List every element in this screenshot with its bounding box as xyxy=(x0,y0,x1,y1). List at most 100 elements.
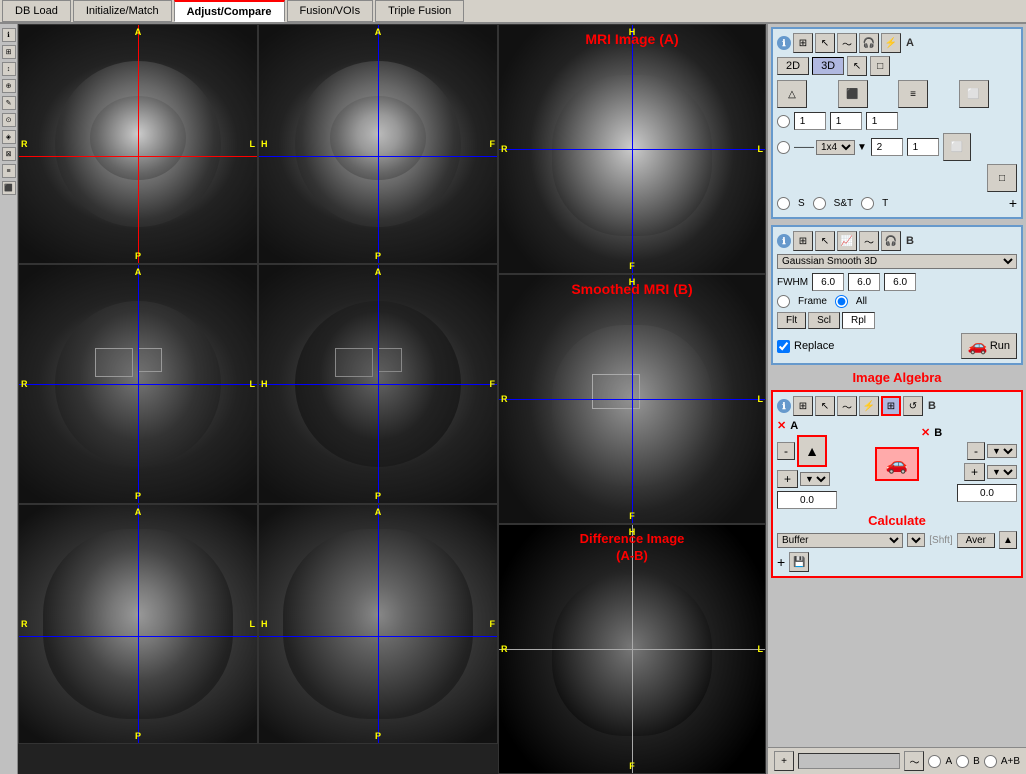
fwhm-z[interactable] xyxy=(884,273,916,291)
toolbar-plug-icon[interactable]: ⚡ xyxy=(881,33,901,53)
mri-image-a-cell[interactable]: H F R L MRI Image (A) xyxy=(498,24,766,274)
algebra-wave-icon[interactable]: 〜 xyxy=(837,396,857,416)
num-input-1[interactable] xyxy=(794,112,826,130)
sidebar-icon-3[interactable]: ↕ xyxy=(2,62,16,76)
gaussian-select[interactable]: Gaussian Smooth 3D Gaussian Smooth 2D Me… xyxy=(777,254,1017,269)
radio-all[interactable] xyxy=(835,295,848,308)
dropdown-a[interactable]: ▼ xyxy=(800,472,830,486)
toolbar-cursor-icon-2[interactable]: ↖ xyxy=(815,231,835,251)
box-icon[interactable]: ⬛ xyxy=(838,80,868,108)
tab-rpl[interactable]: Rpl xyxy=(842,312,875,329)
btn-2d[interactable]: 2D xyxy=(777,57,809,75)
view-3d-icon[interactable]: ⬜ xyxy=(943,133,971,161)
bottom-wave-icon[interactable]: 〜 xyxy=(904,751,924,771)
toolbar-wave-icon[interactable]: 〜 xyxy=(837,33,857,53)
square-mode-icon[interactable]: □ xyxy=(870,56,890,76)
sidebar-icon-4[interactable]: ⊕ xyxy=(2,79,16,93)
tab-triple-fusion[interactable]: Triple Fusion xyxy=(375,0,464,22)
cursor-mode-icon[interactable]: ↖ xyxy=(847,56,867,76)
layers-icon[interactable]: ≡ xyxy=(898,80,928,108)
image-cell-r1c1[interactable]: A P R L xyxy=(18,24,258,264)
sidebar-icon-2[interactable]: ⊞ xyxy=(2,45,16,59)
toolbar-grid-icon-2[interactable]: ⊞ xyxy=(793,231,813,251)
arrow-up-btn[interactable]: ▲ xyxy=(797,435,827,467)
plus-bottom-icon[interactable]: + xyxy=(777,554,785,570)
pyramid-icon[interactable]: △ xyxy=(777,80,807,108)
image-cell-r2c2[interactable]: A P H F xyxy=(258,264,498,504)
radio-s[interactable] xyxy=(777,197,790,210)
image-cell-r3c1[interactable]: A P R L xyxy=(18,504,258,744)
algebra-plug-icon[interactable]: ⚡ xyxy=(859,396,879,416)
radio-b-sel[interactable] xyxy=(956,755,969,768)
x-btn-a[interactable]: ✕ xyxy=(777,419,786,432)
plus-btn-3d[interactable]: + xyxy=(1009,195,1017,211)
toolbar-headphone-icon[interactable]: 🎧 xyxy=(859,33,879,53)
diff-image-cell[interactable]: H F R L Difference Image (A-B) xyxy=(498,524,766,774)
radio-1a[interactable] xyxy=(777,115,790,128)
aver-button[interactable]: Aver xyxy=(957,533,995,548)
replace-checkbox[interactable] xyxy=(777,340,790,353)
sidebar-icon-6[interactable]: ⊙ xyxy=(2,113,16,127)
algebra-refresh-icon[interactable]: ↺ xyxy=(903,396,923,416)
tab-flt[interactable]: Flt xyxy=(777,312,806,329)
num-input-5[interactable] xyxy=(907,138,939,156)
toolbar-cursor-icon[interactable]: ↖ xyxy=(815,33,835,53)
toolbar-chart-icon[interactable]: 📈 xyxy=(837,231,857,251)
radio-apb-sel[interactable] xyxy=(984,755,997,768)
tab-db-load[interactable]: DB Load xyxy=(2,0,71,22)
toolbar-headphone-icon-2[interactable]: 🎧 xyxy=(881,231,901,251)
minus-btn-a[interactable]: - xyxy=(777,442,795,460)
dropdown-b[interactable]: ▼ xyxy=(987,444,1017,458)
num-input-4[interactable] xyxy=(871,138,903,156)
cube-icon[interactable]: ⬜ xyxy=(959,80,989,108)
image-cell-r2c1[interactable]: A P R L xyxy=(18,264,258,504)
image-cell-r1c2[interactable]: A P H F xyxy=(258,24,498,264)
radio-t[interactable] xyxy=(861,197,874,210)
small-view-icon[interactable]: □ xyxy=(987,164,1017,192)
value-a[interactable] xyxy=(777,491,837,509)
tab-scl[interactable]: Scl xyxy=(808,312,840,329)
car-icon[interactable]: 🚗 xyxy=(875,447,919,481)
radio-2a[interactable] xyxy=(777,141,790,154)
toolbar-grid-icon[interactable]: ⊞ xyxy=(793,33,813,53)
fwhm-x[interactable] xyxy=(812,273,844,291)
plus-btn-a[interactable]: + xyxy=(777,470,798,488)
dropdown-b2[interactable]: ▼ xyxy=(987,465,1017,479)
sidebar-icon-10[interactable]: ⬛ xyxy=(2,181,16,195)
value-b[interactable] xyxy=(957,484,1017,502)
minus-btn-b[interactable]: - xyxy=(967,442,985,460)
info-icon-3[interactable]: ℹ xyxy=(777,399,791,413)
num-input-2[interactable] xyxy=(830,112,862,130)
plus-btn-b[interactable]: + xyxy=(964,463,985,481)
tab-fusion-vois[interactable]: Fusion/VOIs xyxy=(287,0,374,22)
bottom-plus-icon[interactable]: + xyxy=(774,751,794,771)
tab-initialize-match[interactable]: Initialize/Match xyxy=(73,0,172,22)
algebra-grid-icon[interactable]: ⊞ xyxy=(793,396,813,416)
num-input-3[interactable] xyxy=(866,112,898,130)
arrow-small-btn[interactable]: ▲ xyxy=(999,531,1017,549)
run-button[interactable]: 🚗 Run xyxy=(961,333,1017,359)
sidebar-icon-5[interactable]: ✎ xyxy=(2,96,16,110)
fwhm-y[interactable] xyxy=(848,273,880,291)
radio-a-sel[interactable] xyxy=(928,755,941,768)
btn-3d[interactable]: 3D xyxy=(812,57,844,75)
layout-select[interactable]: 1x4 2x2 1x1 xyxy=(816,140,855,155)
tab-adjust-compare[interactable]: Adjust/Compare xyxy=(174,0,285,22)
buffer-dropdown[interactable]: ▼ xyxy=(907,533,925,547)
info-icon-2[interactable]: ℹ xyxy=(777,234,791,248)
sidebar-icon-8[interactable]: ⊠ xyxy=(2,147,16,161)
sidebar-icon-7[interactable]: ◈ xyxy=(2,130,16,144)
sidebar-icon-1[interactable]: ℹ xyxy=(2,28,16,42)
radio-st[interactable] xyxy=(813,197,826,210)
save-button[interactable]: 💾 xyxy=(789,552,809,572)
algebra-cursor-icon[interactable]: ↖ xyxy=(815,396,835,416)
image-cell-r3c2[interactable]: A P H F xyxy=(258,504,498,744)
smoothed-mri-b-cell[interactable]: H F R L Smoothed MRI (B) xyxy=(498,274,766,524)
buffer-select[interactable]: Buffer xyxy=(777,533,903,548)
sidebar-icon-9[interactable]: ≡ xyxy=(2,164,16,178)
algebra-active-icon[interactable]: ⊞ xyxy=(881,396,901,416)
radio-frame[interactable] xyxy=(777,295,790,308)
toolbar-wave-icon-2[interactable]: 〜 xyxy=(859,231,879,251)
x-btn-b[interactable]: ✕ xyxy=(921,426,930,439)
info-icon-1[interactable]: ℹ xyxy=(777,36,791,50)
